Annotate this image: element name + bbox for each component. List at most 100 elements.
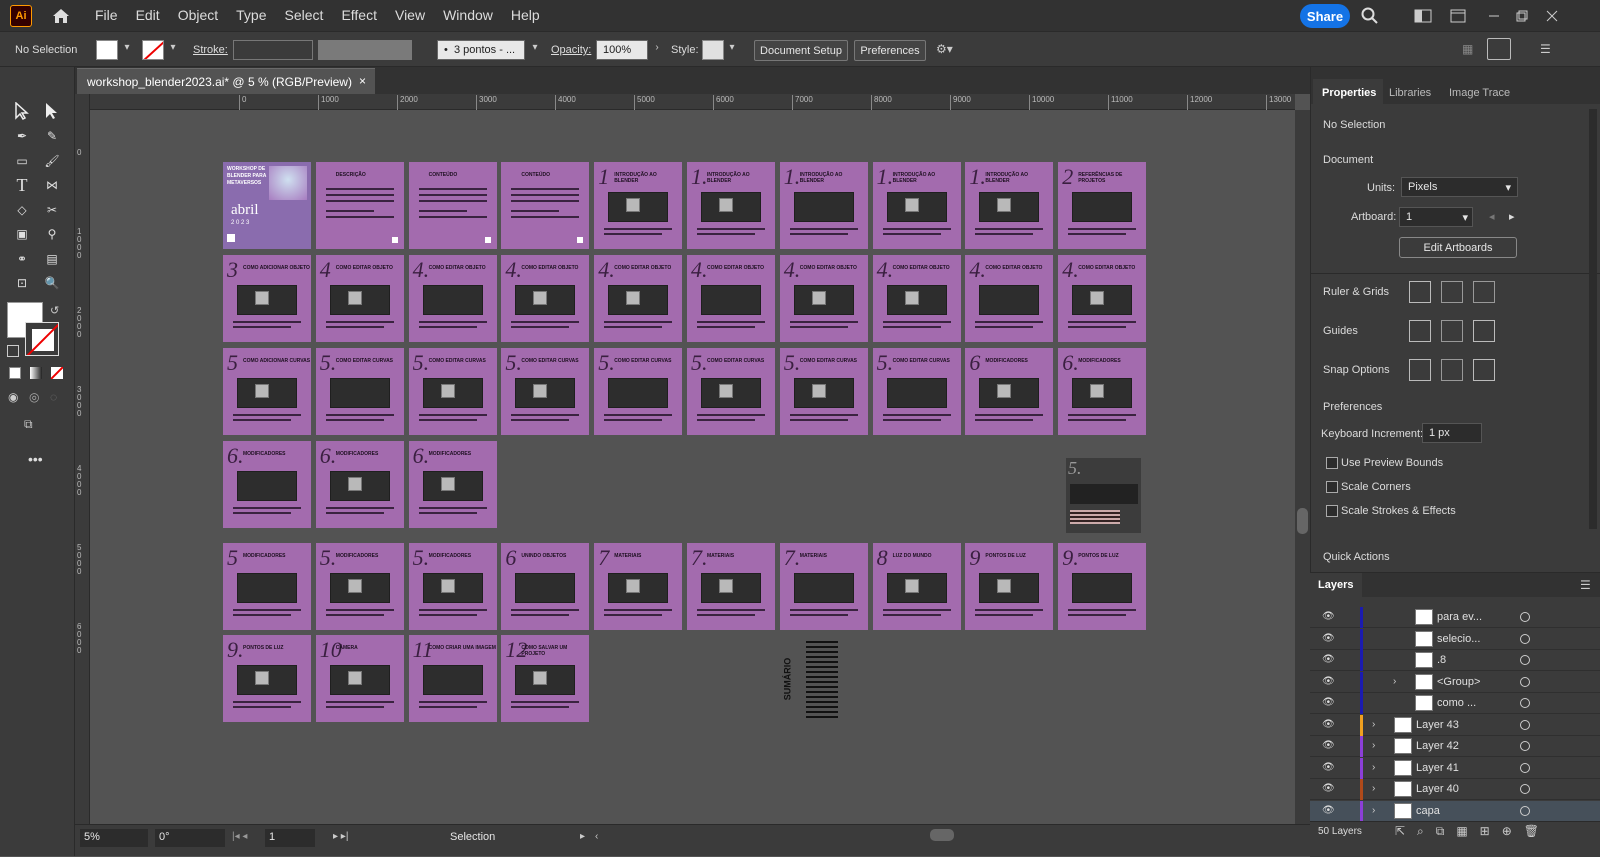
artboard[interactable]: 5. COMO EDITAR CURVAS bbox=[779, 348, 868, 435]
artboard[interactable]: 4 COMO EDITAR OBJETO bbox=[315, 255, 404, 342]
layer-row[interactable]: 👁 › Layer 40 bbox=[1310, 779, 1600, 800]
layer-row[interactable]: 👁 selecio... bbox=[1310, 628, 1600, 650]
close-window-icon[interactable] bbox=[1542, 6, 1562, 26]
artboard[interactable]: 5. MODIFICADORES bbox=[408, 543, 497, 630]
artboard[interactable]: 8 LUZ DO MUNDO bbox=[872, 543, 961, 630]
expand-arrow-icon[interactable]: › bbox=[1393, 676, 1396, 687]
tab-libraries[interactable]: Libraries bbox=[1389, 87, 1431, 99]
target-icon[interactable] bbox=[1520, 612, 1530, 622]
target-icon[interactable] bbox=[1520, 655, 1530, 665]
artboard[interactable]: 3 COMO ADICIONAR OBJETO bbox=[223, 255, 311, 342]
target-icon[interactable] bbox=[1520, 741, 1530, 751]
minimize-icon[interactable] bbox=[1484, 6, 1504, 26]
draw-behind-icon[interactable]: ◎ bbox=[29, 390, 39, 404]
target-icon[interactable] bbox=[1520, 719, 1530, 730]
layer-name[interactable]: <Group> bbox=[1437, 676, 1480, 688]
artboard[interactable]: 4. COMO EDITAR OBJETO bbox=[501, 255, 590, 342]
expand-arrow-icon[interactable]: › bbox=[1372, 783, 1375, 794]
color-mode-icon[interactable] bbox=[9, 367, 21, 379]
artboard-nav-field[interactable]: 1 bbox=[265, 829, 315, 847]
eye-icon[interactable]: 👁 bbox=[1322, 783, 1336, 794]
rotation-field[interactable]: 0° bbox=[155, 829, 225, 847]
next-artboard-panel-icon[interactable]: ▸ bbox=[1509, 210, 1515, 223]
artboard[interactable]: 5. COMO EDITAR CURVAS bbox=[594, 348, 683, 435]
eye-icon[interactable]: 👁 bbox=[1322, 719, 1336, 730]
artboard[interactable]: 12 COMO SALVAR UM PROJETO bbox=[501, 635, 590, 722]
stroke-weight-field[interactable] bbox=[233, 40, 313, 60]
arrange-documents-icon[interactable]: ⚙▾ bbox=[936, 42, 953, 56]
target-icon[interactable] bbox=[1520, 698, 1530, 708]
artboard-select[interactable]: 1 ▾ bbox=[1399, 207, 1473, 227]
document-tab[interactable]: workshop_blender2023.ai* @ 5 % (RGB/Prev… bbox=[77, 68, 375, 94]
menu-help[interactable]: Help bbox=[502, 0, 549, 31]
variable-width-profile[interactable] bbox=[318, 40, 412, 60]
type-tool-icon[interactable]: T bbox=[12, 175, 32, 195]
restore-icon[interactable] bbox=[1512, 6, 1532, 26]
stroke-dropdown[interactable]: ▾ bbox=[166, 42, 180, 58]
draw-normal-icon[interactable]: ◉ bbox=[8, 390, 18, 404]
brush-dropdown[interactable]: ▾ bbox=[528, 42, 542, 58]
layer-row[interactable]: 👁 › <Group> bbox=[1310, 671, 1600, 693]
artboard[interactable]: 5. MODIFICADORES bbox=[315, 543, 404, 630]
default-colors-icon[interactable] bbox=[7, 345, 19, 357]
panel-menu-icon[interactable]: ☰ bbox=[1540, 42, 1551, 56]
expand-arrow-icon[interactable]: › bbox=[1372, 719, 1375, 730]
layer-row[interactable]: 👁 para ev... bbox=[1310, 607, 1600, 628]
artboard[interactable]: 6. MODIFICADORES bbox=[408, 441, 497, 528]
artboard[interactable]: 6. MODIFICADORES bbox=[1058, 348, 1147, 435]
opacity-arrow[interactable]: › bbox=[650, 42, 664, 58]
next-artboard-icon[interactable]: ▸ ▸| bbox=[333, 831, 348, 842]
layer-name[interactable]: selecio... bbox=[1437, 633, 1480, 645]
artboard[interactable]: 10 CÂMERA bbox=[315, 635, 404, 722]
preferences-button[interactable]: Preferences bbox=[854, 40, 926, 61]
home-icon[interactable] bbox=[50, 5, 72, 27]
layer-name[interactable]: Layer 41 bbox=[1416, 762, 1459, 774]
menu-view[interactable]: View bbox=[386, 0, 434, 31]
scissors-icon[interactable]: ✂ bbox=[42, 200, 62, 220]
use-preview-bounds-checkbox[interactable] bbox=[1326, 457, 1338, 469]
zoom-tool-icon[interactable]: 🔍 bbox=[42, 273, 62, 293]
vertical-scroll-thumb[interactable] bbox=[1297, 508, 1308, 534]
artboard[interactable]: WORKSHOP DE BLENDER PARA METAVERSOS abril… bbox=[223, 162, 311, 249]
share-button[interactable]: Share bbox=[1300, 4, 1350, 28]
menu-window[interactable]: Window bbox=[434, 0, 502, 31]
artboard[interactable]: 4. COMO EDITAR OBJETO bbox=[965, 255, 1054, 342]
zoom-field[interactable]: 5% bbox=[80, 829, 148, 847]
target-icon[interactable] bbox=[1520, 805, 1530, 816]
guides-icon[interactable] bbox=[1409, 320, 1431, 342]
artboard[interactable]: DESCRIÇÃO bbox=[315, 162, 404, 249]
layers-tab[interactable]: Layers bbox=[1318, 579, 1353, 591]
scale-strokes-checkbox[interactable] bbox=[1326, 505, 1338, 517]
artboard[interactable]: 4. COMO EDITAR OBJETO bbox=[687, 255, 775, 342]
eyedropper-icon[interactable]: ⚲ bbox=[42, 224, 62, 244]
artboard[interactable]: 4. COMO EDITAR OBJETO bbox=[408, 255, 497, 342]
summary-block[interactable]: SUMÁRIO bbox=[782, 638, 842, 720]
artboard[interactable]: 5. COMO EDITAR CURVAS bbox=[408, 348, 497, 435]
layer-name[interactable]: para ev... bbox=[1437, 611, 1482, 623]
status-menu-arrow[interactable]: ▸ bbox=[580, 831, 585, 842]
layer-row[interactable]: 👁 como ... bbox=[1310, 693, 1600, 714]
draw-inside-icon[interactable]: ◌ bbox=[50, 390, 57, 404]
eye-icon[interactable]: 👁 bbox=[1322, 676, 1336, 687]
rectangle-tool-icon[interactable]: ▭ bbox=[12, 151, 32, 171]
tab-properties[interactable]: Properties bbox=[1322, 87, 1376, 99]
none-mode-icon[interactable] bbox=[51, 367, 63, 379]
artboard[interactable]: 1 INTRODUÇÃO AO BLENDER bbox=[594, 162, 683, 249]
search-icon[interactable] bbox=[1360, 6, 1380, 26]
ruler-icon[interactable] bbox=[1409, 281, 1431, 303]
panel-scrollbar[interactable] bbox=[1589, 109, 1597, 529]
artboard[interactable]: 7 MATERIAIS bbox=[594, 543, 683, 630]
artboard[interactable]: 2 REFERÊNCIAS DE PROJETOS bbox=[1058, 162, 1147, 249]
first-artboard-icon[interactable]: |◂ ◂ bbox=[232, 831, 247, 842]
layer-name[interactable]: Layer 40 bbox=[1416, 783, 1459, 795]
layers-menu-icon[interactable]: ☰ bbox=[1580, 578, 1591, 592]
chart-tool-icon[interactable]: ▤ bbox=[42, 249, 62, 269]
tab-image-trace[interactable]: Image Trace bbox=[1449, 87, 1510, 99]
selection-tool-icon[interactable] bbox=[12, 101, 32, 121]
target-icon[interactable] bbox=[1520, 762, 1530, 773]
artboard[interactable]: 1. INTRODUÇÃO AO BLENDER bbox=[872, 162, 961, 249]
horizontal-ruler[interactable]: 0 1000 2000 3000 4000 5000 6000 7000 8000 9000 100… bbox=[90, 94, 1295, 110]
stroke-color-icon[interactable] bbox=[25, 322, 59, 356]
scroll-left-arrow[interactable]: ‹ bbox=[595, 831, 598, 842]
artboard[interactable]: 1. INTRODUÇÃO AO BLENDER bbox=[687, 162, 775, 249]
